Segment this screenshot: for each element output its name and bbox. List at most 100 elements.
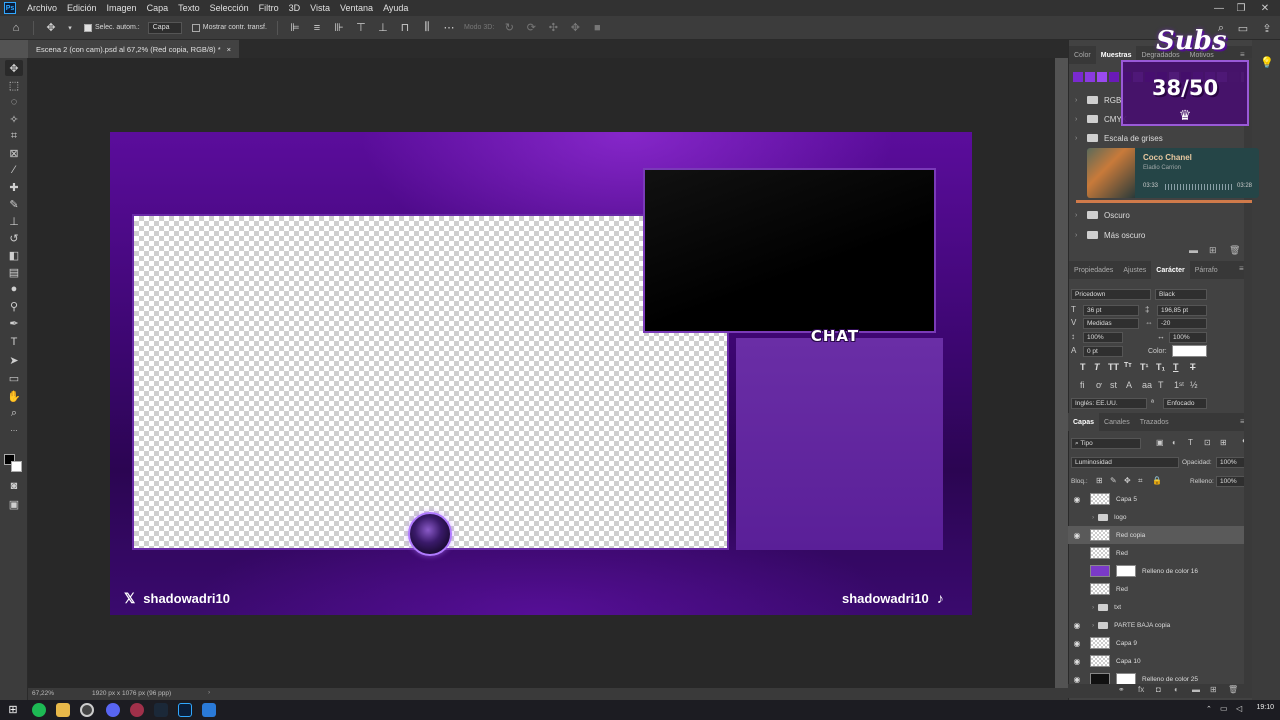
roll-3d-icon[interactable]: ⟳ bbox=[523, 20, 539, 36]
menu-3d[interactable]: 3D bbox=[284, 3, 306, 13]
quick-mask-icon[interactable]: ◙ bbox=[5, 478, 23, 494]
layer-row[interactable]: ◉ › PARTE BAJA copia bbox=[1068, 616, 1244, 634]
menu-vista[interactable]: Vista bbox=[305, 3, 335, 13]
align-bottom-icon[interactable]: ⊓ bbox=[397, 20, 413, 36]
new-group-icon[interactable]: ▬ bbox=[1192, 685, 1200, 694]
scene-artboard[interactable]: CHAT 𝕏 shadowadri10 shadowadri10 ♪ bbox=[110, 132, 972, 615]
chevron-right-icon[interactable]: › bbox=[1092, 514, 1094, 521]
edit-toolbar-icon[interactable]: ⋯ bbox=[5, 423, 23, 439]
share-icon[interactable]: ⇪ bbox=[1259, 20, 1275, 36]
chevron-right-icon[interactable]: › bbox=[1092, 622, 1094, 629]
file-explorer-icon[interactable] bbox=[56, 703, 70, 717]
menu-imagen[interactable]: Imagen bbox=[102, 3, 142, 13]
adjustment-layer-icon[interactable]: ◐ bbox=[1174, 685, 1179, 694]
font-style-select[interactable]: Black bbox=[1155, 289, 1207, 300]
distribute-icon[interactable]: ⫼ bbox=[419, 20, 435, 36]
spotify-icon[interactable] bbox=[32, 703, 46, 717]
faux-italic-icon[interactable]: T bbox=[1094, 362, 1100, 372]
visibility-eye-icon[interactable]: ◉ bbox=[1068, 531, 1086, 540]
eraser-tool-icon[interactable]: ◧ bbox=[5, 247, 23, 263]
delete-icon[interactable]: 🗑 bbox=[1229, 245, 1240, 256]
vertical-scale-field[interactable]: 100% bbox=[1083, 332, 1123, 343]
filter-type-icon[interactable]: T bbox=[1188, 438, 1193, 447]
clock[interactable]: 19:10 bbox=[1256, 704, 1274, 711]
align-right-icon[interactable]: ⊪ bbox=[331, 20, 347, 36]
screen-mode-icon[interactable]: ▣ bbox=[5, 496, 23, 512]
layer-row[interactable]: ◉ Capa 10 bbox=[1068, 652, 1244, 670]
font-size-field[interactable]: 36 pt bbox=[1083, 305, 1139, 316]
lock-artboard-icon[interactable]: ⌗ bbox=[1138, 476, 1143, 486]
camera-3d-icon[interactable]: ■ bbox=[589, 20, 605, 36]
opentype-alternates-icon[interactable]: A bbox=[1126, 380, 1132, 390]
leading-field[interactable]: 196,85 pt bbox=[1157, 305, 1207, 316]
swatch-folder-dark[interactable]: › Oscuro bbox=[1075, 207, 1130, 223]
obs-icon[interactable] bbox=[80, 703, 94, 717]
windows-start-icon[interactable]: ⊞ bbox=[6, 703, 20, 717]
underline-icon[interactable]: T bbox=[1173, 362, 1179, 372]
menu-ventana[interactable]: Ventana bbox=[335, 3, 378, 13]
visibility-eye-icon[interactable]: ◉ bbox=[1068, 513, 1086, 522]
auto-select-checkbox[interactable] bbox=[84, 23, 92, 32]
type-tool-icon[interactable]: T bbox=[5, 334, 23, 350]
layer-filter-select[interactable]: ⌕ Tipo bbox=[1071, 438, 1141, 449]
swatch-folder-grayscale[interactable]: › Escala de grises bbox=[1075, 130, 1163, 146]
menu-texto[interactable]: Texto bbox=[173, 3, 205, 13]
align-left-icon[interactable]: ⊫ bbox=[287, 20, 303, 36]
volume-icon[interactable]: ◁ bbox=[1236, 704, 1242, 713]
text-color-swatch[interactable] bbox=[1172, 345, 1207, 357]
tab-color[interactable]: Color bbox=[1069, 46, 1096, 64]
move-tool-icon[interactable]: ✥ bbox=[43, 20, 59, 36]
all-caps-icon[interactable]: TT bbox=[1108, 362, 1119, 372]
lock-position-icon[interactable]: ✥ bbox=[1124, 476, 1131, 485]
app-icon[interactable] bbox=[130, 703, 144, 717]
marquee-tool-icon[interactable]: ⬚ bbox=[5, 77, 23, 93]
layer-row[interactable]: ◉ Capa 9 bbox=[1068, 634, 1244, 652]
orbit-3d-icon[interactable]: ↻ bbox=[501, 20, 517, 36]
close-tab-icon[interactable]: × bbox=[227, 45, 231, 54]
layer-row[interactable]: ◉ Red copia bbox=[1068, 526, 1244, 544]
lock-all-icon[interactable]: 🔒 bbox=[1152, 476, 1162, 485]
visibility-eye-icon[interactable]: ◉ bbox=[1068, 603, 1086, 612]
tab-ajustes[interactable]: Ajustes bbox=[1118, 261, 1151, 279]
move-tool-icon[interactable]: ✥ bbox=[5, 60, 23, 76]
tab-capas[interactable]: Capas bbox=[1068, 413, 1100, 431]
learn-icon[interactable]: 💡 bbox=[1260, 56, 1274, 69]
layer-row[interactable]: ◉ › txt bbox=[1068, 598, 1244, 616]
visibility-eye-icon[interactable]: ◉ bbox=[1068, 639, 1086, 648]
layer-row[interactable]: ◉ › logo bbox=[1068, 508, 1244, 526]
color-swatch[interactable] bbox=[1109, 72, 1119, 82]
tray-chevron-icon[interactable]: ⌃ bbox=[1206, 705, 1212, 713]
new-group-icon[interactable]: ▬ bbox=[1189, 245, 1198, 255]
brush-tool-icon[interactable]: ✎ bbox=[5, 196, 23, 212]
menu-archivo[interactable]: Archivo bbox=[22, 3, 62, 13]
swatch-folder-rgb[interactable]: › RGB bbox=[1075, 92, 1121, 108]
layer-style-icon[interactable]: fx bbox=[1138, 685, 1144, 694]
opentype-swash-icon[interactable]: st bbox=[1110, 380, 1117, 390]
tab-caracter[interactable]: Carácter bbox=[1151, 261, 1190, 279]
history-brush-tool-icon[interactable]: ↺ bbox=[5, 230, 23, 246]
menu-edicion[interactable]: Edición bbox=[62, 3, 102, 13]
superscript-icon[interactable]: T¹ bbox=[1140, 362, 1149, 372]
panel-menu-icon[interactable]: ≡ bbox=[1239, 264, 1244, 273]
language-select[interactable]: Inglés: EE.UU. bbox=[1071, 398, 1147, 409]
color-swatch[interactable] bbox=[1097, 72, 1107, 82]
path-selection-tool-icon[interactable]: ➤ bbox=[5, 352, 23, 368]
small-caps-icon[interactable]: Tт bbox=[1124, 362, 1132, 369]
gradient-tool-icon[interactable]: ▤ bbox=[5, 264, 23, 280]
visibility-eye-icon[interactable]: ◉ bbox=[1068, 657, 1086, 666]
swatch-folder-cmyk[interactable]: › CMYK bbox=[1075, 111, 1127, 127]
menu-filtro[interactable]: Filtro bbox=[254, 3, 284, 13]
faux-bold-icon[interactable]: T bbox=[1080, 362, 1086, 372]
show-transform-checkbox[interactable] bbox=[191, 23, 200, 32]
opentype-fractions-icon[interactable]: ½ bbox=[1190, 380, 1198, 390]
filter-smart-object-icon[interactable]: ⊞ bbox=[1220, 438, 1227, 447]
menu-seleccion[interactable]: Selección bbox=[205, 3, 254, 13]
align-center-icon[interactable]: ≡ bbox=[309, 20, 325, 36]
menu-capa[interactable]: Capa bbox=[142, 3, 174, 13]
menu-ayuda[interactable]: Ayuda bbox=[378, 3, 413, 13]
clone-stamp-tool-icon[interactable]: ⊥ bbox=[5, 213, 23, 229]
auto-select-target-dropdown[interactable]: Capa bbox=[147, 21, 182, 34]
frame-tool-icon[interactable]: ⊠ bbox=[5, 145, 23, 161]
magic-wand-tool-icon[interactable]: ✧ bbox=[5, 111, 23, 127]
layer-row[interactable]: ◉ Relleno de color 16 bbox=[1068, 562, 1244, 580]
